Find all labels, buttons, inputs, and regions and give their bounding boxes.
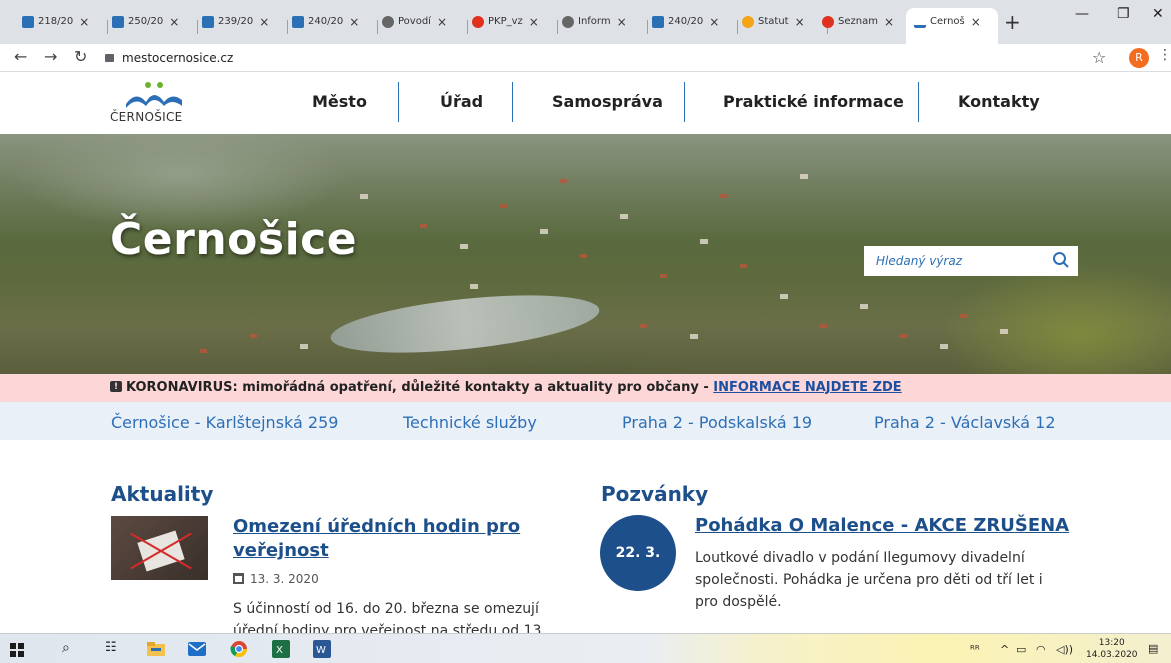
close-icon[interactable]: × [971, 16, 981, 28]
browser-tab[interactable]: 218/20 × [22, 8, 108, 44]
close-icon[interactable]: × [169, 16, 179, 28]
site-logo[interactable]: ČERNOŠICE [110, 80, 200, 128]
close-icon[interactable]: × [437, 16, 447, 28]
close-icon[interactable]: × [795, 16, 805, 28]
new-tab-button[interactable]: + [1004, 10, 1021, 34]
browser-tab[interactable]: 239/20 × [202, 8, 288, 44]
browser-tab[interactable]: 240/20 × [292, 8, 378, 44]
z-icon [202, 16, 214, 28]
event-description: Loutkové divadlo v podání Ilegumovy diva… [695, 550, 1043, 610]
search-input[interactable] [864, 246, 1078, 276]
people-icon[interactable]: ᴿᴿ [970, 643, 980, 656]
file-explorer-icon[interactable] [147, 641, 165, 660]
close-icon[interactable]: × [259, 16, 269, 28]
z-icon [652, 16, 664, 28]
location-link[interactable]: Černošice - Karlštejnská 259 [111, 413, 338, 432]
close-icon[interactable]: × [349, 16, 359, 28]
close-icon[interactable]: × [709, 16, 719, 28]
close-icon[interactable]: × [79, 16, 89, 28]
minimize-icon[interactable]: — [1075, 6, 1089, 22]
svg-text:X: X [276, 645, 283, 656]
alert-icon [110, 373, 122, 401]
close-window-icon[interactable]: ✕ [1152, 6, 1164, 22]
hero-banner: Černošice [0, 134, 1171, 374]
nav-item-mesto[interactable]: Město [312, 92, 367, 111]
browser-tab[interactable]: Povodí × [382, 8, 468, 44]
lock-icon [105, 54, 114, 62]
rss-icon [472, 16, 484, 28]
wifi-icon[interactable]: ◠ [1036, 643, 1046, 656]
globe-icon [562, 16, 574, 28]
task-view-icon[interactable]: ☷ [105, 640, 117, 655]
news-date: 13. 3. 2020 [233, 572, 319, 586]
profile-avatar[interactable]: R [1129, 48, 1149, 68]
menu-kebab-icon[interactable]: ⋮ [1158, 47, 1171, 63]
svg-text:W: W [316, 645, 326, 656]
windows-taskbar: ⌕ ☷ X W ᴿᴿ ^ ▭ ◠ ◁)) 13:20 14.03.2020 ▤ [0, 633, 1171, 663]
volume-icon[interactable]: ◁)) [1056, 643, 1073, 656]
forward-icon[interactable]: → [44, 47, 57, 66]
word-icon[interactable]: W [313, 640, 331, 662]
browser-tab[interactable]: 250/20 × [112, 8, 198, 44]
z-icon [292, 16, 304, 28]
close-icon[interactable]: × [884, 16, 894, 28]
search-box [864, 246, 1078, 276]
alert-link[interactable]: INFORMACE NAJDETE ZDE [713, 380, 901, 395]
notification-icon[interactable]: ▤ [1148, 642, 1158, 655]
excel-icon[interactable]: X [272, 640, 290, 662]
s-icon [822, 16, 834, 28]
search-icon[interactable] [1052, 251, 1070, 273]
nav-item-kontakty[interactable]: Kontakty [958, 92, 1040, 111]
browser-tab[interactable]: 240/20 × [652, 8, 738, 44]
news-thumbnail[interactable] [111, 516, 208, 580]
z-icon [22, 16, 34, 28]
cernosice-logo-icon [126, 82, 182, 108]
calendar-icon [233, 573, 244, 584]
windows-start-icon[interactable] [10, 642, 24, 661]
browser-tab[interactable]: Statut × [742, 8, 828, 44]
battery-icon[interactable]: ▭ [1016, 643, 1026, 656]
location-link[interactable]: Praha 2 - Václavská 12 [874, 413, 1056, 432]
reload-icon[interactable]: ↻ [74, 47, 87, 66]
hero-river-image [328, 285, 602, 363]
browser-tab-bar: 218/20 × 250/20 × 239/20 × 240/20 × Povodí × … [0, 0, 1171, 44]
bulb-icon [742, 16, 754, 28]
location-link[interactable]: Technické služby [403, 413, 537, 432]
cernosice-icon [914, 16, 926, 28]
chrome-icon[interactable] [230, 640, 248, 662]
close-icon[interactable]: × [617, 16, 627, 28]
browser-tab[interactable]: PKP_vz × [472, 8, 558, 44]
browser-tab[interactable]: Seznam × [822, 8, 908, 44]
news-heading: Aktuality [111, 482, 214, 506]
invitations-heading: Pozvánky [601, 482, 709, 506]
address-bar: ← → ↻ mestocernosice.cz ☆ [0, 44, 1171, 72]
event-title-link[interactable]: Pohádka O Malence - AKCE ZRUŠENA [695, 515, 1069, 536]
nav-item-samosprava[interactable]: Samospráva [552, 92, 663, 111]
z-icon [112, 16, 124, 28]
browser-tab[interactable]: Inform × [562, 8, 648, 44]
location-link[interactable]: Praha 2 - Podskalská 19 [622, 413, 812, 432]
corona-alert-bar: KORONAVIRUS: mimořádná opatření, důležit… [0, 373, 1171, 402]
close-icon[interactable]: × [529, 16, 539, 28]
bookmark-star-icon[interactable]: ☆ [1092, 48, 1106, 67]
nav-item-urad[interactable]: Úřad [440, 92, 483, 111]
search-icon[interactable]: ⌕ [62, 640, 70, 656]
taskbar-clock[interactable]: 13:20 14.03.2020 [1086, 637, 1138, 661]
mail-icon[interactable] [188, 641, 206, 660]
alert-text: KORONAVIRUS: mimořádná opatření, důležit… [126, 380, 709, 395]
back-icon[interactable]: ← [14, 47, 27, 66]
browser-tab-active[interactable]: Černoš × [906, 8, 998, 44]
tray-expand-icon[interactable]: ^ [1000, 643, 1009, 656]
globe-icon [382, 16, 394, 28]
site-header: ČERNOŠICE Město Úřad Samospráva Praktick… [0, 72, 1171, 134]
restore-icon[interactable]: ❐ [1117, 6, 1130, 22]
news-title-link[interactable]: Omezení úředních hodin pro veřejnost [233, 515, 563, 563]
hero-title: Černošice [110, 214, 358, 265]
event-date-badge: 22. 3. [600, 515, 676, 591]
url-field[interactable]: mestocernosice.cz [105, 47, 1105, 69]
nav-item-prakticke-informace[interactable]: Praktické informace [723, 92, 904, 111]
locations-bar: Černošice - Karlštejnská 259 Technické s… [0, 402, 1171, 440]
